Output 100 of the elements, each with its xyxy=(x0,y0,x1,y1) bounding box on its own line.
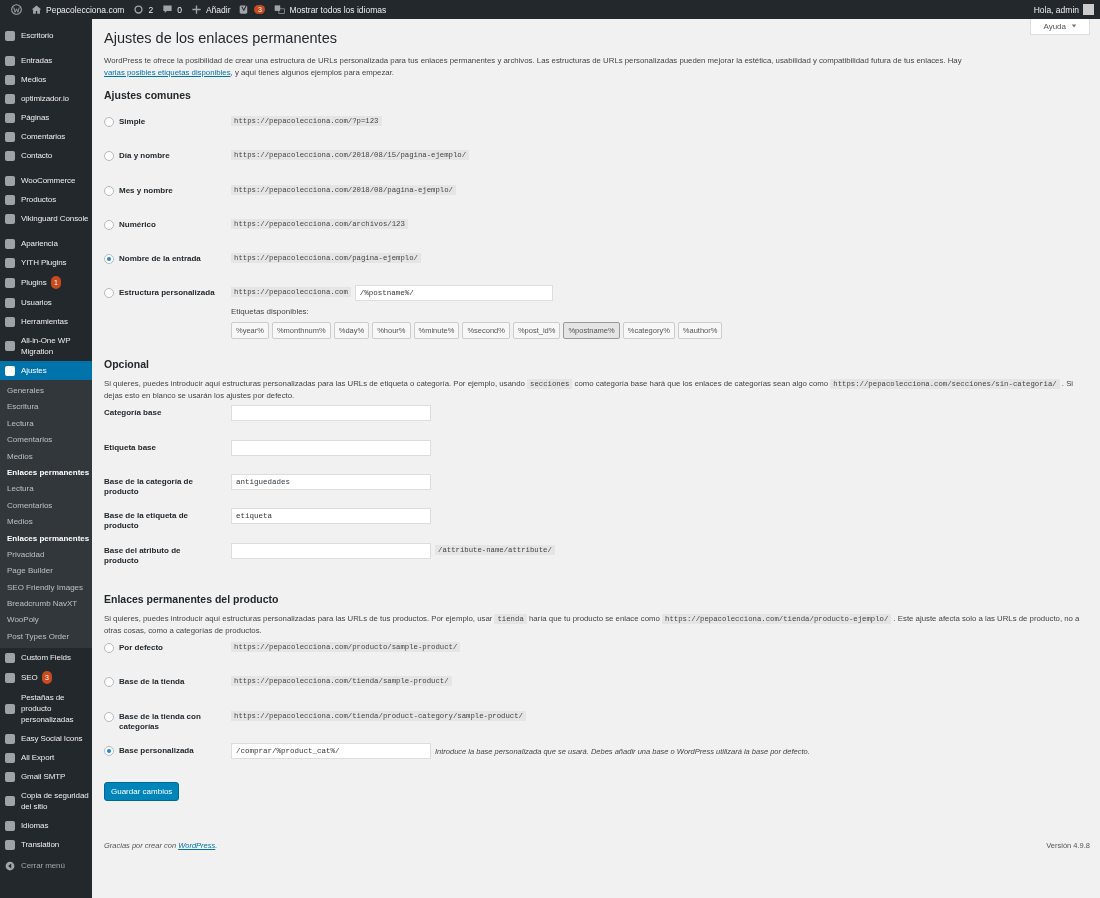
sidebar-item[interactable]: Entradas xyxy=(0,51,92,70)
sidebar-item[interactable]: Comentarios xyxy=(0,127,92,146)
option-label: Estructura personalizada xyxy=(119,288,215,299)
submenu-item[interactable]: Page Builder xyxy=(0,563,92,580)
square-icon xyxy=(5,238,15,249)
site-name-link[interactable]: Pepacolecciona.com xyxy=(46,4,125,15)
submenu-item[interactable]: Escritura xyxy=(0,399,92,416)
sidebar-item[interactable]: All-in-One WP Migration xyxy=(0,331,92,361)
submenu-item[interactable]: Breadcrumb NavXT xyxy=(0,596,92,613)
input-field[interactable] xyxy=(231,542,431,559)
sidebar-item[interactable]: Productos xyxy=(0,190,92,209)
submenu-item[interactable]: Medios xyxy=(0,448,92,465)
sidebar-item[interactable]: Custom Fields xyxy=(0,648,92,668)
sidebar-item[interactable]: Páginas xyxy=(0,108,92,127)
field-label: Categoría base xyxy=(104,408,162,419)
option-label: Base de la tienda con categorías xyxy=(119,711,202,732)
sidebar-item[interactable]: Apariencia xyxy=(0,234,92,253)
square-icon xyxy=(5,55,15,66)
input-field[interactable] xyxy=(231,405,431,422)
avatar-placeholder[interactable] xyxy=(1083,4,1094,15)
sidebar-item[interactable]: Escritorio xyxy=(0,26,92,45)
left-arrow-icon xyxy=(5,860,15,871)
submenu-item[interactable]: Comentarios xyxy=(0,432,92,449)
radio-button[interactable] xyxy=(104,642,114,653)
sidebar-item[interactable]: Copia de seguridad del sitio xyxy=(0,786,92,817)
sidebar-item[interactable]: WooCommerce xyxy=(0,171,92,190)
square-icon xyxy=(5,297,15,308)
option-label: Base personalizada xyxy=(119,745,194,756)
sidebar-item[interactable]: Idiomas xyxy=(0,816,92,836)
option-label: Simple xyxy=(119,117,146,127)
square-icon xyxy=(5,703,15,714)
square-icon xyxy=(5,257,15,268)
submenu-item[interactable]: WooPoly xyxy=(0,612,92,629)
plus-icon[interactable] xyxy=(190,4,202,15)
sidebar-item[interactable]: Herramientas xyxy=(0,312,92,331)
square-icon xyxy=(5,839,15,850)
submenu-item[interactable]: Lectura xyxy=(0,415,92,433)
sidebar-item[interactable]: YITH Plugins xyxy=(0,253,92,272)
languages-link[interactable]: Mostrar todos los idiomas xyxy=(289,4,387,15)
comments-count[interactable]: 0 xyxy=(177,4,182,15)
sidebar-item[interactable]: Pestañas de producto personalizadas xyxy=(0,688,92,730)
square-icon xyxy=(5,672,15,683)
input-field[interactable] xyxy=(231,439,431,456)
square-icon xyxy=(5,74,15,85)
radio-button[interactable] xyxy=(104,151,114,162)
page-title: Ajustes de los enlaces permanentes xyxy=(104,30,338,46)
help-button[interactable]: Ayuda xyxy=(1030,19,1090,35)
sidebar-item[interactable]: optimizador.io xyxy=(0,89,92,108)
sidebar-item[interactable]: Easy Social Icons xyxy=(0,729,92,749)
section-heading: Enlaces permanentes del producto xyxy=(104,592,280,605)
option-label: Mes y nombre xyxy=(119,185,173,196)
radio-button[interactable] xyxy=(104,288,114,299)
square-icon xyxy=(5,365,15,376)
section-heading: Opcional xyxy=(104,358,150,371)
submenu-item[interactable]: Lectura xyxy=(0,481,92,498)
submenu-item[interactable]: Medios xyxy=(0,514,92,531)
radio-button[interactable] xyxy=(104,677,114,688)
home-icon[interactable] xyxy=(31,4,42,15)
sidebar-item[interactable]: Translation xyxy=(0,835,92,855)
sidebar-item[interactable]: Contacto xyxy=(0,146,92,165)
tags-label: Etiquetas disponibles: xyxy=(231,307,310,317)
sidebar-item[interactable]: Gmail SMTP xyxy=(0,767,92,787)
greeting-link[interactable]: Hola, admin xyxy=(1033,4,1079,15)
submenu-item[interactable]: Post Types Order xyxy=(0,628,92,646)
radio-button[interactable] xyxy=(104,117,114,127)
square-icon xyxy=(5,796,15,807)
option-label: Numérico xyxy=(119,219,156,230)
field-label: Base de la etiqueta de producto xyxy=(104,511,190,532)
option-label: Por defecto xyxy=(119,642,163,653)
square-icon xyxy=(5,194,15,205)
square-icon xyxy=(5,752,15,763)
submenu-item[interactable]: Comentarios xyxy=(0,497,92,515)
square-icon xyxy=(5,30,15,41)
sidebar-item[interactable]: Medios xyxy=(0,70,92,89)
translate-icon[interactable] xyxy=(274,4,286,15)
sidebar-item[interactable]: Ajustes xyxy=(0,361,92,380)
submenu-item[interactable]: Privacidad xyxy=(0,546,92,564)
collapse-menu-button[interactable]: Cerrar menú xyxy=(0,856,92,876)
updates-count[interactable]: 2 xyxy=(148,4,154,15)
radio-button[interactable] xyxy=(104,711,114,722)
new-link[interactable]: Añadir xyxy=(205,4,231,15)
comment-icon[interactable] xyxy=(162,4,174,15)
sidebar-item[interactable]: All Export xyxy=(0,748,92,768)
submenu-item[interactable]: Enlaces permanentes xyxy=(0,464,92,482)
submenu-item[interactable]: SEO Friendly Images xyxy=(0,579,92,597)
option-label: Nombre de la entrada xyxy=(119,254,201,265)
field-label: Base de la categoría de producto xyxy=(104,477,194,498)
caret-icon xyxy=(1071,23,1077,29)
logo-icon[interactable] xyxy=(11,4,22,15)
field-label: Etiqueta base xyxy=(104,442,156,453)
submenu-item[interactable]: Enlaces permanentes xyxy=(0,530,92,547)
sidebar-item[interactable]: Usuarios xyxy=(0,293,92,312)
sidebar-item[interactable]: Vikinguard Console xyxy=(0,209,92,228)
radio-button[interactable] xyxy=(104,745,114,756)
radio-button[interactable] xyxy=(104,254,114,265)
save-button[interactable]: Guardar cambios xyxy=(104,782,180,802)
submenu-item[interactable]: Generales xyxy=(0,383,92,400)
radio-button[interactable] xyxy=(104,185,114,196)
radio-button[interactable] xyxy=(104,219,114,230)
square-icon xyxy=(5,131,15,142)
